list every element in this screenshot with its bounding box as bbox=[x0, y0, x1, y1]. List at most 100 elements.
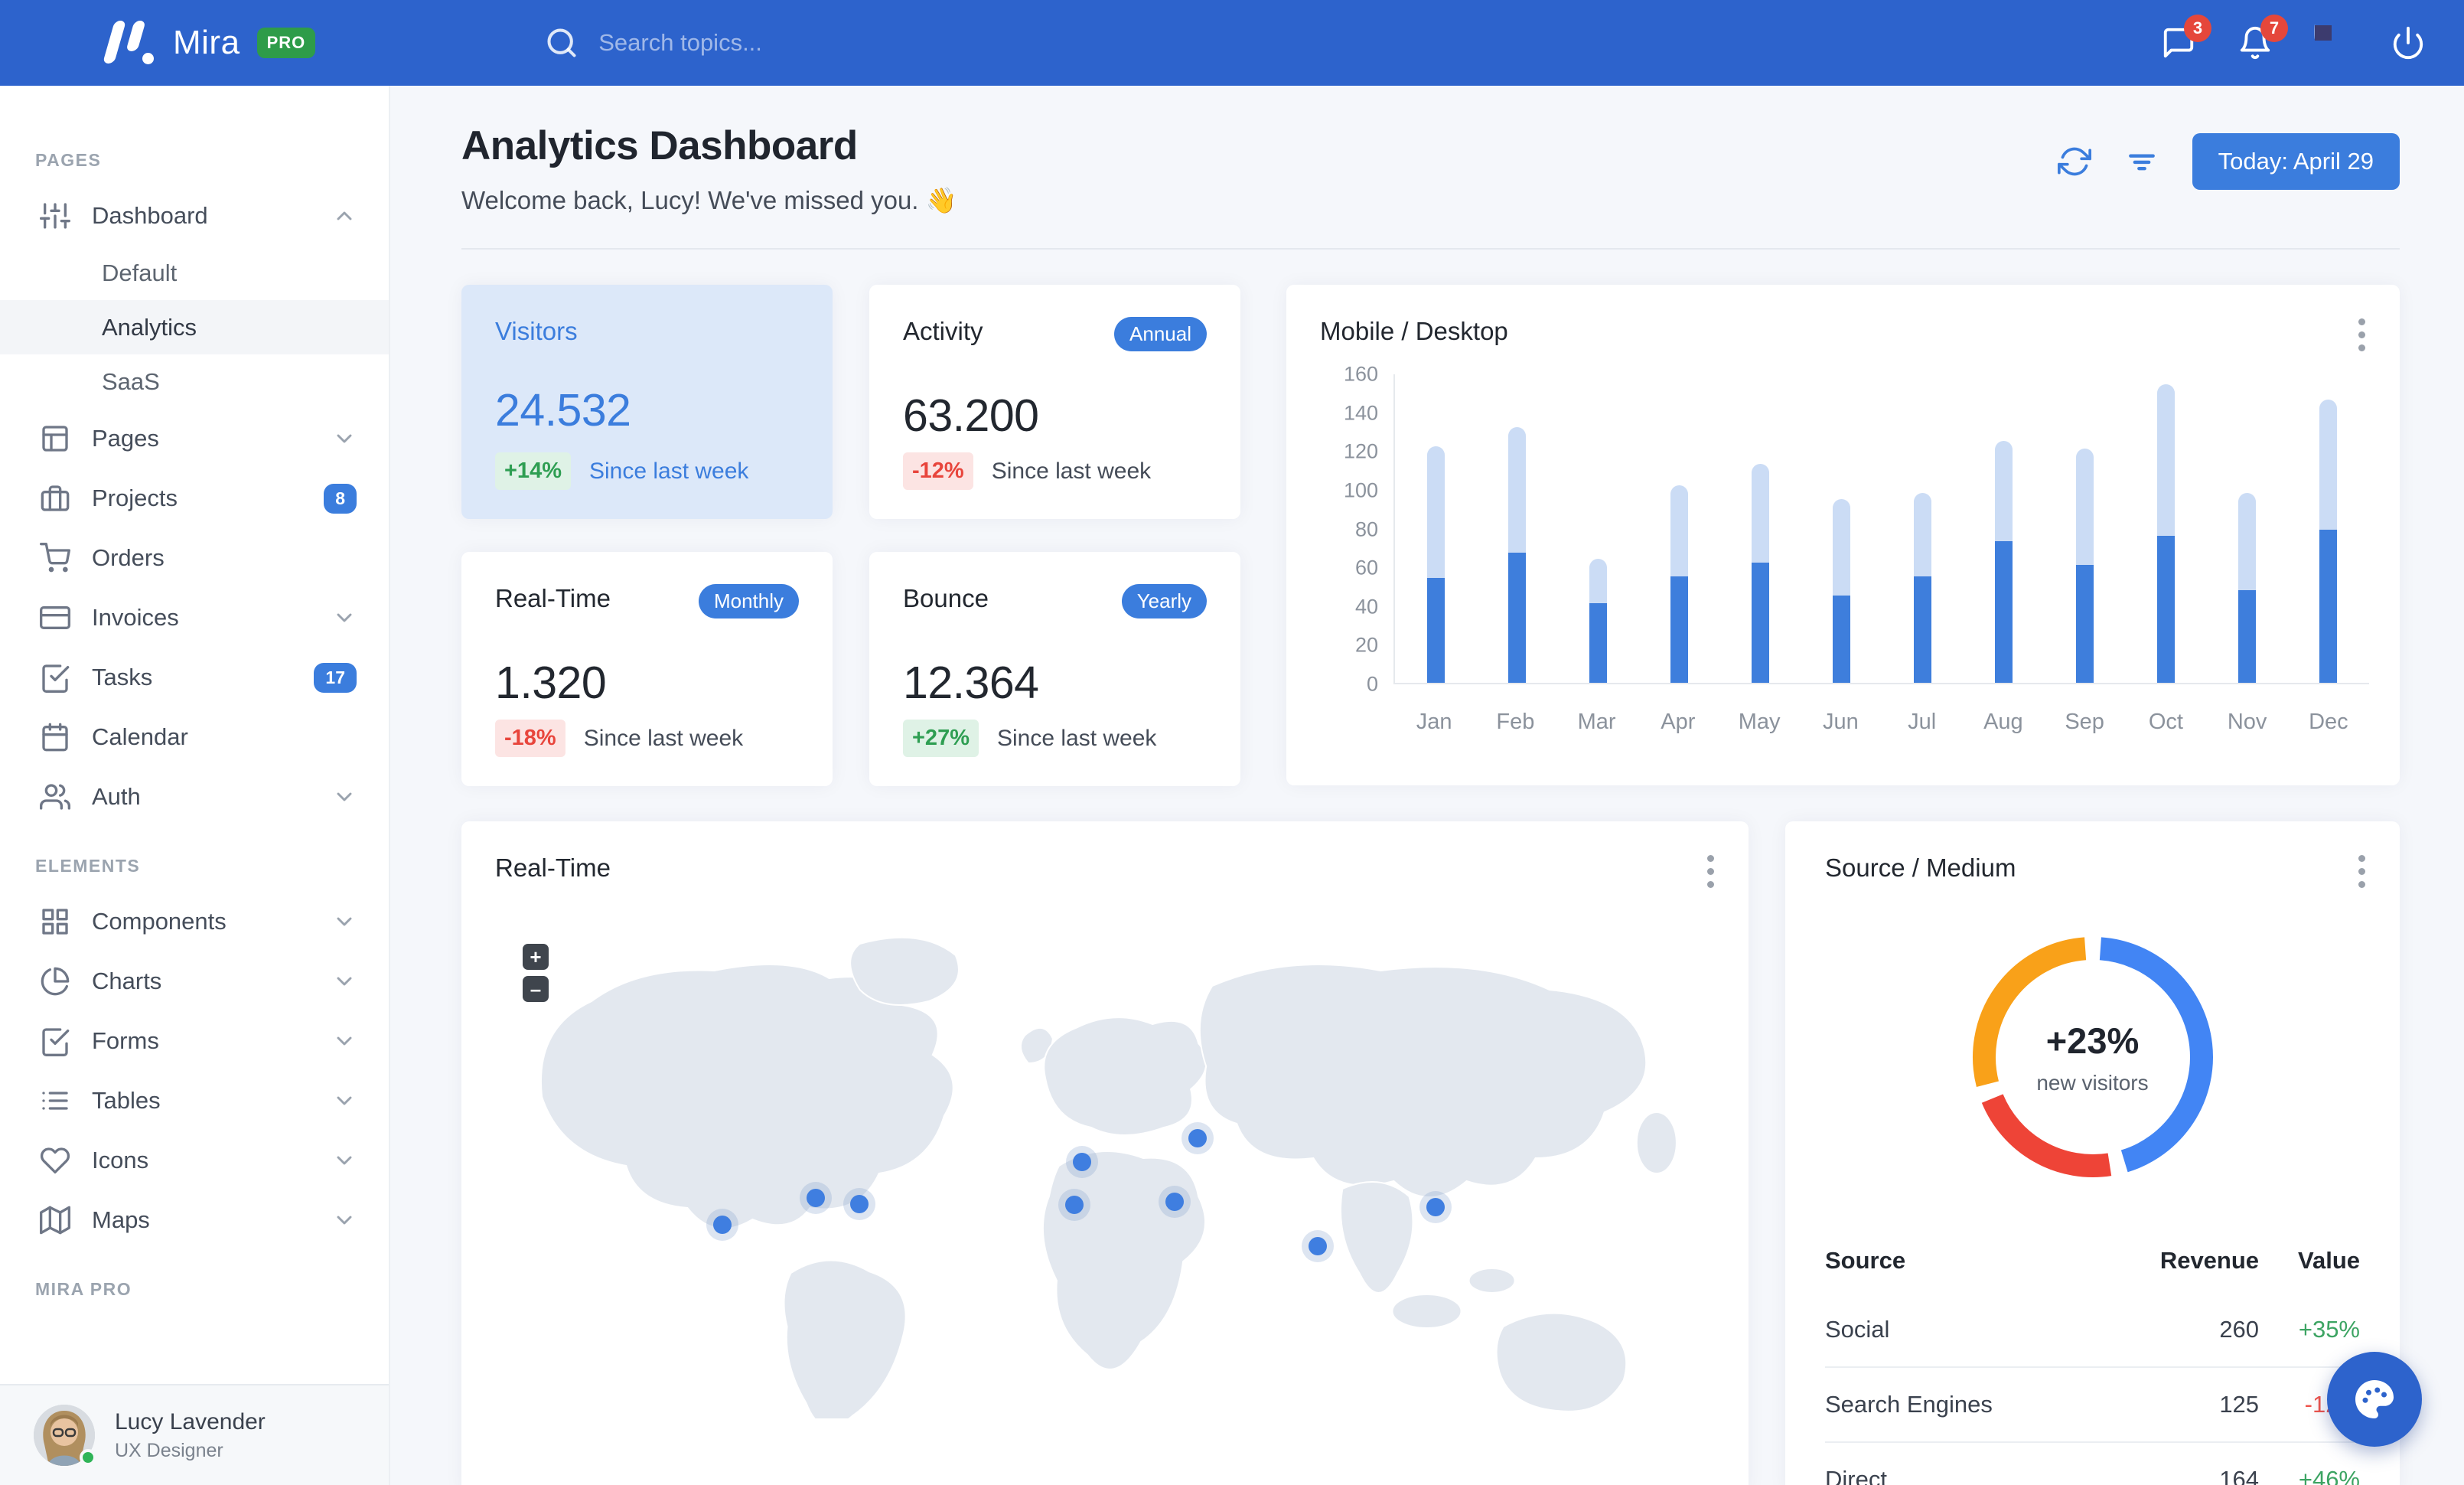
bar-jun[interactable] bbox=[1832, 498, 1850, 683]
us-flag-icon bbox=[2314, 24, 2332, 41]
bar-dec[interactable] bbox=[2319, 400, 2338, 683]
stat-period-pill[interactable]: Annual bbox=[1114, 317, 1207, 351]
stats-grid: Visitors 24.532 +14% Since last week Act… bbox=[461, 285, 1240, 786]
source-card-menu-button[interactable] bbox=[2358, 855, 2366, 888]
bar-may[interactable] bbox=[1751, 463, 1769, 683]
map-visitor-marker[interactable] bbox=[849, 1194, 869, 1213]
main-content: Analytics Dashboard Welcome back, Lucy! … bbox=[390, 86, 2464, 1485]
stat-period-pill[interactable]: Monthly bbox=[698, 584, 799, 618]
sidebar-item-forms[interactable]: Forms bbox=[0, 1011, 389, 1071]
stat-note: Since last week bbox=[991, 458, 1152, 484]
bar-nov[interactable] bbox=[2238, 492, 2257, 683]
sidebar-item-calendar[interactable]: Calendar bbox=[0, 707, 389, 767]
sidebar-section-label: MIRA PRO bbox=[35, 1279, 132, 1299]
sidebar-item-icons[interactable]: Icons bbox=[0, 1131, 389, 1190]
search-input[interactable] bbox=[598, 29, 997, 57]
chevron-down-icon bbox=[332, 1208, 357, 1232]
chart-card-title: Mobile / Desktop bbox=[1320, 317, 1508, 345]
sidebar-item-tasks[interactable]: Tasks 17 bbox=[0, 648, 389, 707]
palette-icon bbox=[2355, 1380, 2394, 1418]
sidebar-user-footer[interactable]: Lucy Lavender UX Designer bbox=[0, 1384, 389, 1485]
calendar-icon bbox=[40, 722, 70, 752]
world-map[interactable] bbox=[461, 895, 1749, 1485]
sidebar-subitem-default[interactable]: Default bbox=[0, 246, 389, 300]
sidebar-item-maps[interactable]: Maps bbox=[0, 1190, 389, 1250]
refresh-button[interactable] bbox=[2057, 145, 2091, 178]
filter-icon bbox=[2128, 154, 2155, 171]
theme-palette-fab-button[interactable] bbox=[2327, 1352, 2422, 1447]
bar-apr[interactable] bbox=[1670, 485, 1688, 683]
bar-aug[interactable] bbox=[1995, 440, 2013, 683]
sidebar-item-invoices[interactable]: Invoices bbox=[0, 588, 389, 648]
stat-card-real-time: Real-Time Monthly 1.320 -18% Since last … bbox=[461, 552, 833, 786]
x-tick-label: Aug bbox=[1983, 710, 2023, 734]
brand[interactable]: Mira PRO bbox=[0, 19, 316, 67]
sidebar-item-orders[interactable]: Orders bbox=[0, 528, 389, 588]
map-visitor-marker[interactable] bbox=[1426, 1197, 1445, 1216]
notifications-button[interactable]: 7 bbox=[2237, 15, 2288, 60]
source-medium-table: Source Revenue Value Social 260 +35% Search… bbox=[1825, 1235, 2360, 1485]
y-tick-label: 60 bbox=[1354, 556, 1378, 579]
bar-jan[interactable] bbox=[1426, 446, 1445, 683]
map-visitor-marker[interactable] bbox=[1165, 1193, 1184, 1212]
bar-feb[interactable] bbox=[1507, 426, 1526, 683]
bar-mar[interactable] bbox=[1589, 559, 1607, 683]
stat-delta-badge: +14% bbox=[495, 452, 571, 490]
map-visitor-marker[interactable] bbox=[806, 1188, 825, 1207]
x-axis-labels: Jan Feb Mar Apr May Jun Jul Aug Sep Oct Nov Dec bbox=[1393, 710, 2369, 735]
sidebar-item-projects[interactable]: Projects 8 bbox=[0, 468, 389, 528]
y-tick-label: 100 bbox=[1343, 478, 1378, 502]
sidebar-item-tables[interactable]: Tables bbox=[0, 1071, 389, 1131]
map-visitor-marker[interactable] bbox=[1188, 1128, 1208, 1147]
map-visitor-marker[interactable] bbox=[1308, 1236, 1327, 1255]
page-subtitle: Welcome back, Lucy! We've missed you. 👋 bbox=[461, 186, 957, 214]
donut-center-value: +23% bbox=[2045, 1020, 2140, 1061]
today-date-button[interactable]: Today: April 29 bbox=[2192, 133, 2400, 190]
y-tick-label: 160 bbox=[1343, 362, 1378, 386]
sidebar-item-components[interactable]: Components bbox=[0, 892, 389, 951]
sidebar-subitem-analytics[interactable]: Analytics bbox=[0, 300, 389, 354]
bar-jul[interactable] bbox=[1914, 492, 1931, 683]
stat-title: Activity bbox=[903, 317, 983, 345]
sidebar-item-dashboard[interactable]: Dashboard bbox=[0, 186, 389, 246]
header-divider bbox=[461, 248, 2400, 250]
table-header-value: Value bbox=[2298, 1247, 2360, 1274]
map-visitor-marker[interactable] bbox=[713, 1216, 732, 1235]
map-visitor-marker[interactable] bbox=[1064, 1196, 1084, 1215]
map-zoom-in-button[interactable]: + bbox=[523, 944, 549, 970]
user-role: UX Designer bbox=[115, 1439, 223, 1461]
x-tick-label: Jul bbox=[1908, 710, 1937, 734]
map-zoom-out-button[interactable]: – bbox=[523, 976, 549, 1002]
credit-card-icon bbox=[40, 602, 70, 633]
map-card-menu-button[interactable] bbox=[1707, 855, 1715, 888]
sidebar-nav: PAGES Dashboard Default Analytics SaaS Pages P… bbox=[0, 86, 389, 1300]
pie-chart-icon bbox=[40, 966, 70, 997]
mira-logo-icon bbox=[102, 19, 156, 67]
cell-source: Direct bbox=[1825, 1441, 2098, 1485]
sidebar-item-auth[interactable]: Auth bbox=[0, 767, 389, 827]
cell-revenue: 125 bbox=[2097, 1366, 2260, 1442]
chart-card-menu-button[interactable] bbox=[2358, 318, 2366, 351]
sidebar-subitem-saas[interactable]: SaaS bbox=[0, 354, 389, 409]
sidebar-item-pages[interactable]: Pages bbox=[0, 409, 389, 468]
y-tick-label: 0 bbox=[1366, 672, 1378, 696]
chevron-down-icon bbox=[332, 909, 357, 934]
table-row: Social 260 +35% bbox=[1825, 1293, 2360, 1367]
map-visitor-marker[interactable] bbox=[1072, 1152, 1091, 1171]
stat-period-pill[interactable]: Yearly bbox=[1121, 584, 1207, 618]
stat-title: Bounce bbox=[903, 584, 989, 612]
sign-out-button[interactable] bbox=[2391, 25, 2426, 60]
sliders-icon bbox=[40, 201, 70, 231]
messages-button[interactable]: 3 bbox=[2161, 15, 2211, 60]
bar-oct[interactable] bbox=[2157, 384, 2176, 683]
sidebar-item-charts[interactable]: Charts bbox=[0, 951, 389, 1011]
language-button[interactable] bbox=[2314, 24, 2349, 60]
chevron-up-icon bbox=[332, 204, 357, 228]
filter-button[interactable] bbox=[2125, 145, 2159, 178]
check-square-icon bbox=[40, 662, 70, 693]
top-navbar: Mira PRO 3 7 bbox=[0, 0, 2464, 86]
y-tick-label: 140 bbox=[1343, 401, 1378, 425]
y-tick-label: 120 bbox=[1343, 439, 1378, 463]
heart-icon bbox=[40, 1145, 70, 1176]
bar-sep[interactable] bbox=[2076, 448, 2094, 683]
